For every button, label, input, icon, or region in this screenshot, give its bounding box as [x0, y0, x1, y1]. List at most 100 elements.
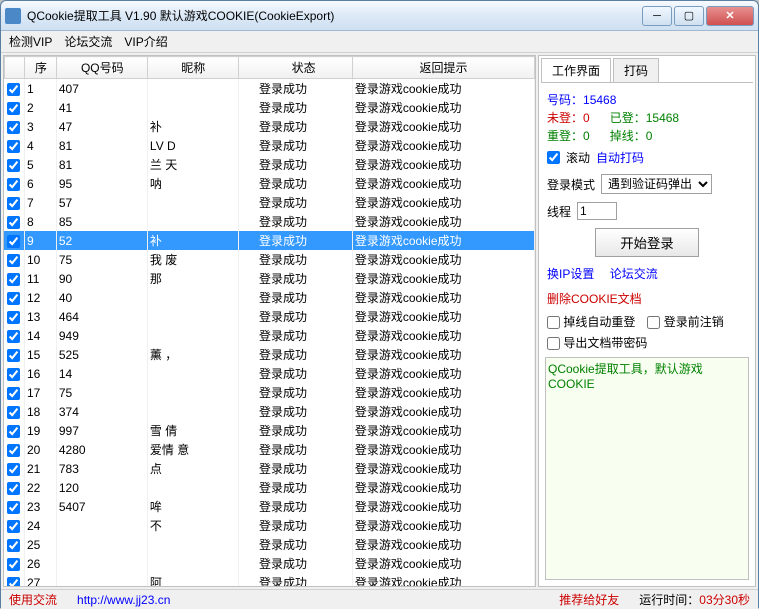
table-row[interactable]: 22120登录成功登录游戏cookie成功: [4, 478, 535, 497]
table-row[interactable]: 235407哞登录成功登录游戏cookie成功: [4, 497, 535, 516]
table-row[interactable]: 204280爱情 意登录成功登录游戏cookie成功: [4, 440, 535, 459]
minimize-button[interactable]: ─: [642, 6, 672, 26]
table-row[interactable]: 1075我 废登录成功登录游戏cookie成功: [4, 250, 535, 269]
row-checkbox[interactable]: [7, 292, 20, 305]
table-row[interactable]: 24不登录成功登录游戏cookie成功: [4, 516, 535, 535]
table-row[interactable]: 1775登录成功登录游戏cookie成功: [4, 383, 535, 402]
export-pwd-checkbox[interactable]: [547, 337, 560, 350]
table-row[interactable]: 481LV D登录成功登录游戏cookie成功: [4, 136, 535, 155]
runtime-label: 运行时间：: [639, 593, 699, 607]
delete-cookie-link[interactable]: 删除COOKIE文档: [547, 292, 642, 306]
cell-seq: 12: [24, 288, 56, 307]
titlebar[interactable]: QCookie提取工具 V1.90 默认游戏COOKIE(CookieExpor…: [1, 1, 758, 31]
row-checkbox[interactable]: [7, 140, 20, 153]
cell-status: 登录成功: [238, 497, 352, 516]
row-checkbox[interactable]: [7, 463, 20, 476]
col-check[interactable]: [5, 57, 25, 79]
row-checkbox[interactable]: [7, 178, 20, 191]
row-checkbox[interactable]: [7, 83, 20, 96]
auto-relogin-checkbox[interactable]: [547, 316, 560, 329]
row-checkbox[interactable]: [7, 387, 20, 400]
table-row[interactable]: 695呐登录成功登录游戏cookie成功: [4, 174, 535, 193]
row-checkbox[interactable]: [7, 254, 20, 267]
row-checkbox[interactable]: [7, 539, 20, 552]
logout-first-checkbox[interactable]: [647, 316, 660, 329]
table-row[interactable]: 1614登录成功登录游戏cookie成功: [4, 364, 535, 383]
row-checkbox[interactable]: [7, 216, 20, 229]
row-checkbox[interactable]: [7, 577, 20, 587]
menu-detect-vip[interactable]: 检测VIP: [9, 33, 52, 50]
row-checkbox[interactable]: [7, 444, 20, 457]
row-checkbox[interactable]: [7, 425, 20, 438]
cell-qq: 525: [56, 345, 147, 364]
start-login-button[interactable]: 开始登录: [595, 228, 698, 257]
table-row[interactable]: 27阿登录成功登录游戏cookie成功: [4, 573, 535, 587]
cell-seq: 11: [24, 269, 56, 288]
tab-dama[interactable]: 打码: [613, 58, 659, 82]
forum-link[interactable]: 论坛交流: [610, 267, 658, 281]
login-mode-select[interactable]: 遇到验证码弹出: [601, 174, 712, 194]
maximize-button[interactable]: ▢: [674, 6, 704, 26]
table-row[interactable]: 757登录成功登录游戏cookie成功: [4, 193, 535, 212]
col-return[interactable]: 返回提示: [353, 57, 535, 79]
cell-nick: 爱情 意: [147, 440, 238, 459]
row-checkbox[interactable]: [7, 520, 20, 533]
app-window: QCookie提取工具 V1.90 默认游戏COOKIE(CookieExpor…: [0, 0, 759, 608]
auto-dama-link[interactable]: 自动打码: [596, 149, 644, 166]
table-row[interactable]: 25登录成功登录游戏cookie成功: [4, 535, 535, 554]
row-checkbox[interactable]: [7, 501, 20, 514]
row-checkbox[interactable]: [7, 311, 20, 324]
col-seq[interactable]: 序: [25, 57, 57, 79]
sb-recommend[interactable]: 推荐给好友: [559, 591, 619, 608]
change-ip-link[interactable]: 换IP设置: [547, 267, 594, 281]
cell-return: 登录游戏cookie成功: [352, 231, 534, 250]
row-checkbox[interactable]: [7, 197, 20, 210]
tab-work[interactable]: 工作界面: [541, 58, 611, 82]
close-button[interactable]: ✕: [706, 6, 754, 26]
threads-input[interactable]: [577, 202, 617, 220]
table-row[interactable]: 13464登录成功登录游戏cookie成功: [4, 307, 535, 326]
row-checkbox[interactable]: [7, 121, 20, 134]
sb-url[interactable]: http://www.jj23.cn: [77, 593, 170, 607]
row-checkbox[interactable]: [7, 349, 20, 362]
cell-qq: [56, 554, 147, 573]
table-row[interactable]: 15525薰 ，登录成功登录游戏cookie成功: [4, 345, 535, 364]
menu-forum[interactable]: 论坛交流: [64, 33, 112, 50]
row-checkbox[interactable]: [7, 102, 20, 115]
row-checkbox[interactable]: [7, 368, 20, 381]
row-checkbox[interactable]: [7, 330, 20, 343]
row-checkbox[interactable]: [7, 558, 20, 571]
table-row[interactable]: 26登录成功登录游戏cookie成功: [4, 554, 535, 573]
row-checkbox[interactable]: [7, 273, 20, 286]
col-nick[interactable]: 昵称: [148, 57, 239, 79]
cell-nick: [147, 364, 238, 383]
row-checkbox[interactable]: [7, 235, 20, 248]
table-row[interactable]: 347补登录成功登录游戏cookie成功: [4, 117, 535, 136]
menu-vip-intro[interactable]: VIP介绍: [124, 33, 167, 50]
table-row[interactable]: 241登录成功登录游戏cookie成功: [4, 98, 535, 117]
table-row[interactable]: 14949登录成功登录游戏cookie成功: [4, 326, 535, 345]
cell-nick: [147, 383, 238, 402]
table-row[interactable]: 21783点登录成功登录游戏cookie成功: [4, 459, 535, 478]
cell-nick: 兰 天: [147, 155, 238, 174]
table-row[interactable]: 1407登录成功登录游戏cookie成功: [4, 79, 535, 98]
cell-nick: 补: [147, 231, 238, 250]
cell-nick: [147, 288, 238, 307]
table-row[interactable]: 581兰 天登录成功登录游戏cookie成功: [4, 155, 535, 174]
col-status[interactable]: 状态: [239, 57, 353, 79]
table-row[interactable]: 952补登录成功登录游戏cookie成功: [4, 231, 535, 250]
table-row[interactable]: 19997雪 倩登录成功登录游戏cookie成功: [4, 421, 535, 440]
table-row[interactable]: 885登录成功登录游戏cookie成功: [4, 212, 535, 231]
row-checkbox[interactable]: [7, 159, 20, 172]
table-row[interactable]: 1190那登录成功登录游戏cookie成功: [4, 269, 535, 288]
statusbar: 使用交流 http://www.jj23.cn 推荐给好友 运行时间：03分30…: [1, 589, 758, 609]
account-table[interactable]: 序 QQ号码 昵称 状态 返回提示 1407登录成功登录游戏cookie成功24…: [4, 56, 535, 587]
row-checkbox[interactable]: [7, 482, 20, 495]
cell-nick: [147, 535, 238, 554]
col-qq[interactable]: QQ号码: [57, 57, 148, 79]
cell-status: 登录成功: [238, 364, 352, 383]
scroll-checkbox[interactable]: [547, 151, 560, 164]
row-checkbox[interactable]: [7, 406, 20, 419]
table-row[interactable]: 1240登录成功登录游戏cookie成功: [4, 288, 535, 307]
table-row[interactable]: 18374登录成功登录游戏cookie成功: [4, 402, 535, 421]
